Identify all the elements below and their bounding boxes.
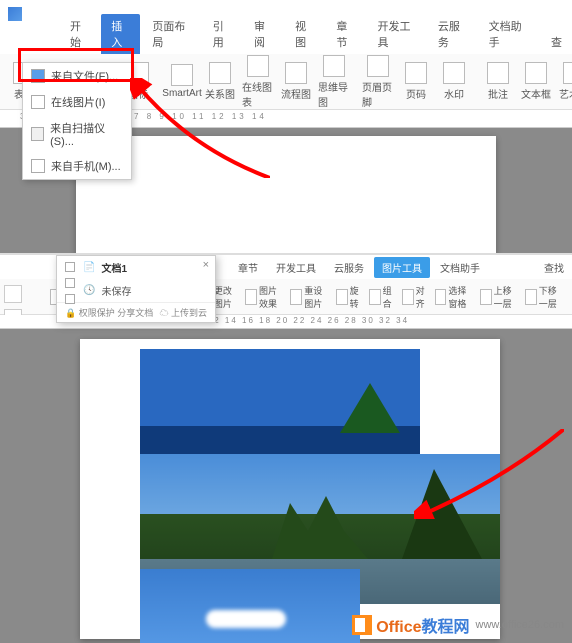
tab-cloud[interactable]: 云服务 [326, 257, 372, 278]
ribbon-comment[interactable]: 批注 [482, 62, 514, 101]
ribbon-movedown-label: 下移一层 [539, 284, 564, 310]
tab-dochelper[interactable]: 文档助手 [479, 14, 537, 54]
ribbon-mindmap[interactable]: 思维导图 [318, 55, 350, 109]
tab-start[interactable]: 开始 [60, 14, 99, 54]
ribbon-moveup-label: 上移一层 [494, 284, 519, 310]
ribbon-header-label: 页眉页脚 [362, 79, 394, 109]
ribbon-selectpane[interactable]: 选择窗格 [435, 284, 474, 310]
ribbon-effect[interactable]: 图片效果 [245, 284, 284, 310]
image-icon [31, 95, 45, 109]
dropdown-from-phone-label: 来自手机(M)... [51, 158, 121, 174]
side-button[interactable] [4, 285, 22, 303]
search-box[interactable]: 查 [541, 30, 572, 54]
close-icon[interactable]: × [203, 259, 209, 271]
ribbon-watermark-label: 水印 [444, 86, 464, 101]
ribbon-group[interactable]: 组合 [369, 284, 396, 310]
tab-chapter[interactable]: 章节 [230, 257, 266, 278]
tab-cloud[interactable]: 云服务 [428, 14, 477, 54]
ribbon-onlinechart[interactable]: 在线图表 [242, 55, 274, 109]
ribbon-onlinechart-label: 在线图表 [242, 79, 274, 109]
panel-title: 文档1 [101, 260, 127, 275]
search-box[interactable]: 查找 [536, 257, 572, 278]
tab-review[interactable]: 审阅 [244, 14, 283, 54]
app-logo-icon [8, 7, 22, 21]
ribbon-moveup[interactable]: 上移一层 [480, 284, 519, 310]
ribbon-flowchart-label: 流程图 [281, 86, 311, 101]
scanner-icon [31, 127, 44, 141]
ribbon-textbox-label: 文本框 [521, 86, 551, 101]
phone-icon [31, 159, 45, 173]
ribbon-change-label: 更改图片 [214, 284, 239, 310]
dropdown-from-scanner[interactable]: 来自扫描仪(S)... [23, 115, 131, 153]
ribbon-relation[interactable]: 关系图 [204, 62, 236, 101]
dropdown-from-scanner-label: 来自扫描仪(S)... [50, 120, 123, 148]
tab-insert[interactable]: 插入 [101, 14, 140, 54]
ribbon-selectpane-label: 选择窗格 [448, 284, 473, 310]
ribbon-align-label: 对齐 [416, 284, 429, 310]
ribbon-smartart-label: SmartArt [162, 88, 201, 99]
tab-dochelper[interactable]: 文档助手 [432, 257, 488, 278]
ribbon-comment-label: 批注 [488, 86, 508, 101]
tab-picture-tools[interactable]: 图片工具 [374, 257, 430, 278]
ribbon-reset-label: 重设图片 [304, 284, 329, 310]
inserted-image-3[interactable] [140, 569, 360, 643]
panel-upload[interactable]: 上传到云 [171, 308, 207, 318]
ribbon-mindmap-label: 思维导图 [318, 79, 350, 109]
ribbon-wordart-label: 艺术字 [559, 86, 572, 101]
tab-devtools[interactable]: 开发工具 [268, 257, 324, 278]
screenshot-bottom: 章节 开发工具 云服务 图片工具 文档助手 查找 高度 透明色 颜色 图片轮廓 … [0, 255, 572, 643]
folder-icon [31, 69, 45, 83]
ribbon-effect-label: 图片效果 [259, 284, 284, 310]
page[interactable] [80, 339, 500, 639]
panel-unsaved: 未保存 [101, 283, 131, 298]
ribbon-tabs: 开始 插入 页面布局 引用 审阅 视图 章节 开发工具 云服务 文档助手 查 [0, 28, 572, 54]
ribbon-reset[interactable]: 重设图片 [290, 284, 329, 310]
ribbon-pagenum-label: 页码 [406, 86, 426, 101]
ribbon-rotate[interactable]: 旋转 [336, 284, 363, 310]
watermark-text1: Office [376, 619, 421, 636]
picture-dropdown: 来自文件(F)... 在线图片(I) 来自扫描仪(S)... 来自手机(M)..… [22, 62, 132, 180]
screenshot-top: 开始 插入 页面布局 引用 审阅 视图 章节 开发工具 云服务 文档助手 查 表… [0, 0, 572, 255]
ribbon-textbox[interactable]: 文本框 [520, 62, 552, 101]
tab-view[interactable]: 视图 [285, 14, 324, 54]
ribbon-relation-label: 关系图 [205, 86, 235, 101]
panel-handle-icon[interactable] [65, 278, 75, 288]
dropdown-online-pic[interactable]: 在线图片(I) [23, 89, 131, 115]
watermark-url: www.office26.com [476, 619, 564, 631]
panel-handle-icon[interactable] [65, 262, 75, 272]
document-panel: × 📄 文档1 🕓 未保存 🔒 权限保护 分享文档 ☁ 上传到云 [56, 255, 216, 323]
shield-icon: 🔒 [65, 308, 76, 318]
dropdown-from-file-label: 来自文件(F)... [51, 68, 118, 84]
dropdown-from-phone[interactable]: 来自手机(M)... [23, 153, 131, 179]
tab-layout[interactable]: 页面布局 [142, 14, 200, 54]
ribbon-watermark[interactable]: 水印 [438, 62, 470, 101]
ribbon-movedown[interactable]: 下移一层 [525, 284, 564, 310]
watermark: Office教程网 www.office26.com [352, 613, 564, 637]
ribbon-rotate-label: 旋转 [350, 284, 363, 310]
ribbon-wordart[interactable]: 艺术字 [558, 62, 572, 101]
document-area [0, 329, 572, 643]
dropdown-from-file[interactable]: 来自文件(F)... [23, 63, 131, 89]
ribbon-header[interactable]: 页眉页脚 [362, 55, 394, 109]
ribbon-pagenum[interactable]: 页码 [400, 62, 432, 101]
clock-icon: 🕓 [83, 285, 95, 296]
tab-references[interactable]: 引用 [203, 14, 242, 54]
tab-chapter[interactable]: 章节 [326, 14, 365, 54]
cloud-icon: ☁ [159, 308, 168, 318]
ribbon-group-label: 组合 [383, 284, 396, 310]
panel-handle-icon[interactable] [65, 294, 75, 304]
page[interactable] [76, 136, 496, 255]
tab-devtools[interactable]: 开发工具 [368, 14, 426, 54]
panel-protect[interactable]: 权限保护 分享文档 [79, 308, 154, 318]
watermark-text2: 教程网 [422, 619, 470, 636]
dropdown-online-pic-label: 在线图片(I) [51, 94, 105, 110]
document-icon: 📄 [83, 262, 95, 273]
ribbon-smartart[interactable]: SmartArt [166, 64, 198, 99]
ribbon-flowchart[interactable]: 流程图 [280, 62, 312, 101]
ribbon-align[interactable]: 对齐 [402, 284, 429, 310]
watermark-logo-icon [352, 615, 372, 635]
